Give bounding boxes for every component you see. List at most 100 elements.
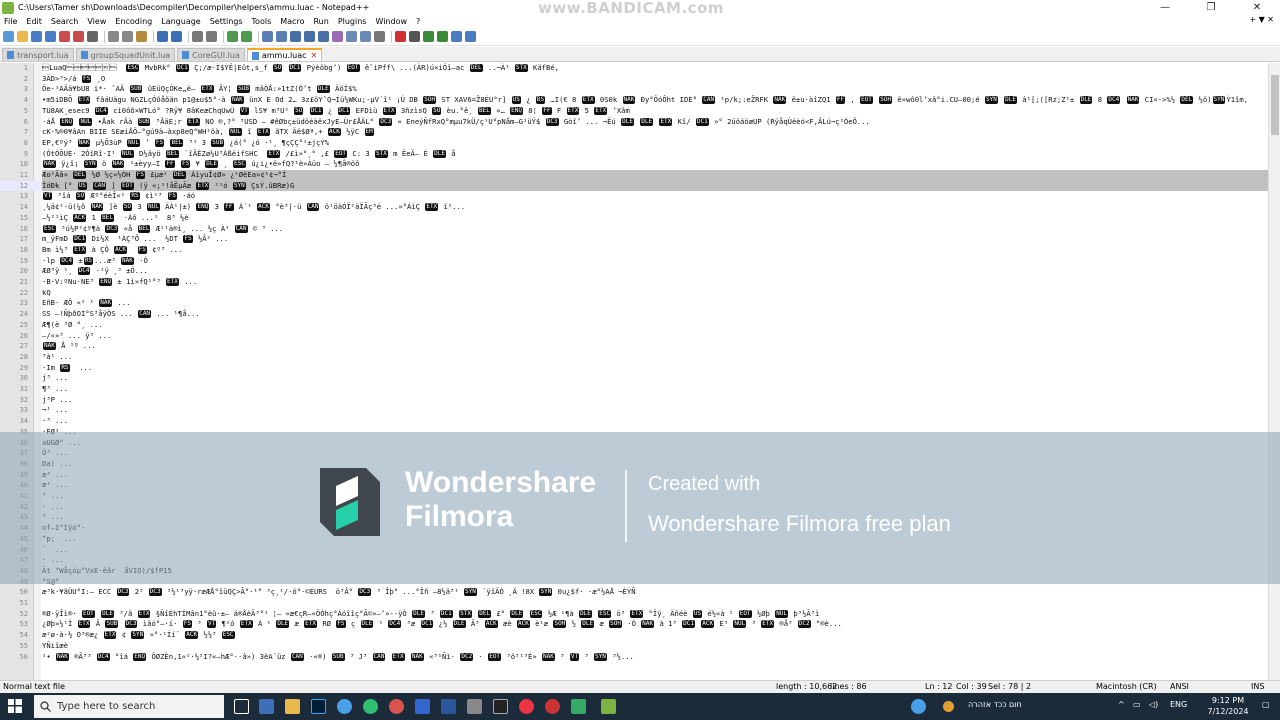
vertical-scrollbar[interactable]	[1268, 63, 1280, 680]
tray-app-icon[interactable]	[911, 699, 926, 714]
tray-volume-icon[interactable]: ◁)	[1149, 700, 1158, 709]
editor-line[interactable]: 23 EñB· ÆÔ «² ¹ NAK ...	[0, 298, 1268, 309]
status-eol[interactable]: Macintosh (CR)	[1096, 682, 1157, 691]
editor-line[interactable]: 50 æ³k·¥ãÛU°I:— ECC DC3 2³ DC3 ³½¹³yÿ·ræÆ…	[0, 587, 1268, 598]
editor-line[interactable]: 16 ESC ³ú½P²¢º¶à DC3 «å BEL Æ²¹à®ì¸ ... ½…	[0, 224, 1268, 235]
menu-language[interactable]: Language	[161, 17, 200, 26]
open-file-icon[interactable]	[17, 31, 28, 42]
editor-line[interactable]: 6 ·áÅ ENQ NUL •Åak rÂà SUB ³ÂäE;r ETX NO …	[0, 117, 1268, 128]
folder-workspace-icon[interactable]	[360, 31, 371, 42]
app-icon-green[interactable]	[571, 699, 586, 714]
app-icon-red[interactable]	[519, 699, 534, 714]
status-encoding[interactable]: ANSI	[1170, 682, 1189, 691]
photoshop-icon[interactable]	[311, 699, 326, 714]
editor-line[interactable]: 51	[0, 598, 1268, 609]
zoom-in-icon[interactable]	[227, 31, 238, 42]
editor-line[interactable]: 53 ¿Øþ»½¹Ï ETX Â SUB DC3 ìâó°–·í· FS ³ VT…	[0, 619, 1268, 630]
task-view-icon[interactable]	[234, 699, 249, 714]
menu-tools[interactable]: Tools	[252, 17, 272, 26]
editor-line[interactable]: 20 ÆØ³ÿ ¹¸ DC4 ·¹ÿ ¸³ ±Ó...	[0, 266, 1268, 277]
editor-line[interactable]: 28 ³à¹ ...	[0, 352, 1268, 363]
editor-line[interactable]: 26 –/«»³ ... ÿ³ ...	[0, 331, 1268, 342]
cut-icon[interactable]	[108, 31, 119, 42]
print-icon[interactable]	[87, 31, 98, 42]
sync-horizontal-icon[interactable]	[276, 31, 287, 42]
minimize-button[interactable]: —	[1142, 0, 1188, 15]
editor-line[interactable]: 29 ·Im RS ...	[0, 363, 1268, 374]
save-all-icon[interactable]	[45, 31, 56, 42]
editor-line[interactable]: 17 m_ÿFmD DC1 Di½X ¹ÀÇ³Ô ... ½DT FS ½Â² .…	[0, 234, 1268, 245]
find-icon[interactable]	[192, 31, 203, 42]
record-macro-icon[interactable]	[395, 31, 406, 42]
redo-icon[interactable]	[171, 31, 182, 42]
windows-start-icon[interactable]	[8, 699, 22, 713]
tray-network-icon[interactable]: ▭	[1133, 700, 1141, 709]
close-button[interactable]: ✕	[1234, 0, 1280, 15]
close-file-icon[interactable]	[59, 31, 70, 42]
menu-edit[interactable]: Edit	[26, 17, 42, 26]
editor-line[interactable]: 30 j³ ...	[0, 373, 1268, 384]
editor-line[interactable]: 27 NAK Å ¹º ...	[0, 341, 1268, 352]
editor-line[interactable]: 13 VT ³îá SO Æº°éèÎ«¹ RS ¢ì²³ FS ·áó	[0, 191, 1268, 202]
editor-line[interactable]: 32 j³P ...	[0, 395, 1268, 406]
editor-line[interactable]: 22 kQ	[0, 288, 1268, 299]
tray-weather-icon[interactable]	[943, 701, 954, 712]
app-icon-blue[interactable]	[337, 699, 352, 714]
editor-line[interactable]: 7 cK-%®0¥âAn BIIE SEæiÅÖ—°gú9à–àxp8eQ°WH¹…	[0, 127, 1268, 138]
monitoring-icon[interactable]	[374, 31, 385, 42]
app-icon-vscode-like[interactable]	[259, 699, 274, 714]
app-icon-shield[interactable]	[415, 699, 430, 714]
editor-line[interactable]: 3 Öe·¹AÄä¥bU8 i*· ˆAÄ SUB ûEüQçÓKe„é– ETX…	[0, 84, 1268, 95]
editor-line[interactable]: 24 SS –!ÑþðOI°S³åÿÒS ... CAN ... ¹¶å...	[0, 309, 1268, 320]
menu-file[interactable]: File	[4, 17, 17, 26]
editor-line[interactable]: 15 –½²¹ìÇ ACK 1 BEL ·Àô ...¹ 8³ ½è	[0, 213, 1268, 224]
taskbar-clock[interactable]: 9:12 PM 7/12/2024	[1203, 695, 1253, 717]
editor-line[interactable]: 55 YÑiïæè	[0, 641, 1268, 652]
paste-icon[interactable]	[136, 31, 147, 42]
editor-line[interactable]: 12 ÏöÐk [° US CAN ] EOT (ÿ «;¹!åÊµÃæ ETX …	[0, 180, 1268, 192]
menu-search[interactable]: Search	[51, 17, 78, 26]
editor-line[interactable]: 10 NAK ÿ¿î¡ SYN ö NAK ¹±èyy–I FF FS ¥ DLE…	[0, 159, 1268, 170]
chrome-icon[interactable]	[389, 699, 404, 714]
menu-macro[interactable]: Macro	[280, 17, 304, 26]
play-macro-icon[interactable]	[423, 31, 434, 42]
close-all-icon[interactable]	[73, 31, 84, 42]
title-bar[interactable]: C:\Users\Tamer sh\Downloads\Decompiler\D…	[0, 0, 1280, 17]
editor-line[interactable]: 14 ¸¼ä¢¹·ü(¼ô NAK ]è SO 3 NUL ÄÀ¹|±) ENQ …	[0, 202, 1268, 213]
menu-help[interactable]: ?	[416, 17, 420, 26]
tab-core-gui[interactable]: CoreGUI.lua	[177, 48, 245, 61]
notepadpp-taskbar-icon[interactable]	[601, 699, 616, 714]
sync-vertical-icon[interactable]	[262, 31, 273, 42]
editor-line[interactable]: 18 Bm ì½³ ETX à ÇÔ ACK FS ¢º³ ...	[0, 245, 1268, 256]
doc-map-icon[interactable]	[332, 31, 343, 42]
tab-controls[interactable]: + ▼ ✕	[1249, 15, 1274, 24]
copy-icon[interactable]	[122, 31, 133, 42]
tab-ammu[interactable]: ammu.luac ✕	[246, 48, 323, 61]
notification-icon[interactable]: ▢	[1262, 700, 1270, 709]
editor-line[interactable]: 54 æ²ø·à·½ O³®æ¿ ETX ¢ SYN »°·¹Íí¨ ACK ½½…	[0, 630, 1268, 641]
indent-guide-icon[interactable]	[318, 31, 329, 42]
new-file-icon[interactable]	[3, 31, 14, 42]
undo-icon[interactable]	[157, 31, 168, 42]
file-explorer-icon[interactable]	[285, 699, 300, 714]
editor-line[interactable]: 4 •m5iDBÕ ETX fâáUägu NGZLçÓõåõän p1@±u$5…	[0, 95, 1268, 106]
taskbar-search-box[interactable]: Type here to search	[34, 695, 224, 718]
editor-line[interactable]: 11 Æo²Ãâ» DEL ½Ø ½ç«½ÒH FS £µæ¹ DEL ÀìyuÎ…	[0, 170, 1268, 181]
editor-line[interactable]: 34 ·³ ...	[0, 416, 1268, 427]
editor-line[interactable]: 25 Æ¶(è ³Ø °¸ ...	[0, 320, 1268, 331]
text-editor[interactable]: 1 LuaQ   ESC MvbRk° DC1 Ç;/æ-Ì$ÝË|E…	[0, 63, 1268, 680]
tray-chevron-icon[interactable]: ^	[1118, 700, 1125, 709]
abc-icon[interactable]	[465, 31, 476, 42]
tray-language[interactable]: ENG	[1170, 700, 1187, 709]
editor-line[interactable]: 21 ·B·V:ºNu·NE³ ENQ ± 1ì»fQ¹°³ ETX ...	[0, 277, 1268, 288]
editor-line[interactable]: 5 TU8AK¸esec9 DC4 ci0ôõ×WTLó° ?Rÿ¥ 8âKeæC…	[0, 106, 1268, 117]
menu-window[interactable]: Window	[375, 17, 407, 26]
app-icon-terminal[interactable]	[493, 699, 508, 714]
menu-view[interactable]: View	[87, 17, 106, 26]
app-icon-gear[interactable]	[467, 699, 482, 714]
stop-macro-icon[interactable]	[409, 31, 420, 42]
run-macro-multiple-icon[interactable]	[437, 31, 448, 42]
zoom-out-icon[interactable]	[241, 31, 252, 42]
editor-line[interactable]: 19 ·lp DC4 ± RS ...æ³ NAK ·Ó	[0, 256, 1268, 267]
menu-settings[interactable]: Settings	[210, 17, 243, 26]
